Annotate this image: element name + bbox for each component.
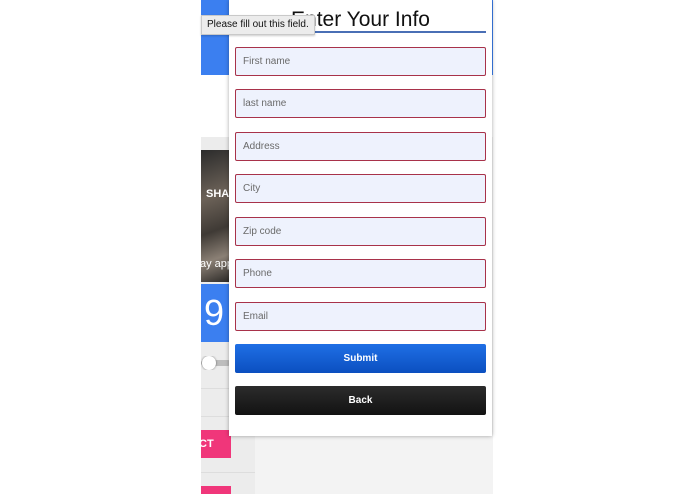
back-button[interactable]: Back xyxy=(235,386,486,415)
background-toggle[interactable] xyxy=(201,356,231,370)
email-input[interactable] xyxy=(235,302,486,331)
divider xyxy=(201,472,255,473)
background-pink-button-label: CT xyxy=(201,438,214,450)
background-pink-button-2[interactable] xyxy=(201,486,231,494)
background-photo-caption: ay app xyxy=(201,258,231,270)
city-input[interactable] xyxy=(235,174,486,203)
address-input[interactable] xyxy=(235,132,486,161)
info-form-modal: Enter Your Info Submit Back xyxy=(229,0,492,436)
background-number-tile: 9 xyxy=(201,284,231,342)
validation-tooltip: Please fill out this field. xyxy=(201,15,315,35)
background-pink-button[interactable]: CT xyxy=(201,430,231,458)
background-photo-title: SHA xyxy=(206,188,230,200)
last-name-input[interactable] xyxy=(235,89,486,118)
submit-button[interactable]: Submit xyxy=(235,344,486,373)
toggle-knob[interactable] xyxy=(202,356,216,370)
zip-code-input[interactable] xyxy=(235,217,486,246)
background-photo: SHA ay app xyxy=(201,150,231,282)
first-name-input[interactable] xyxy=(235,47,486,76)
phone-input[interactable] xyxy=(235,259,486,288)
background-number: 9 xyxy=(204,292,225,333)
